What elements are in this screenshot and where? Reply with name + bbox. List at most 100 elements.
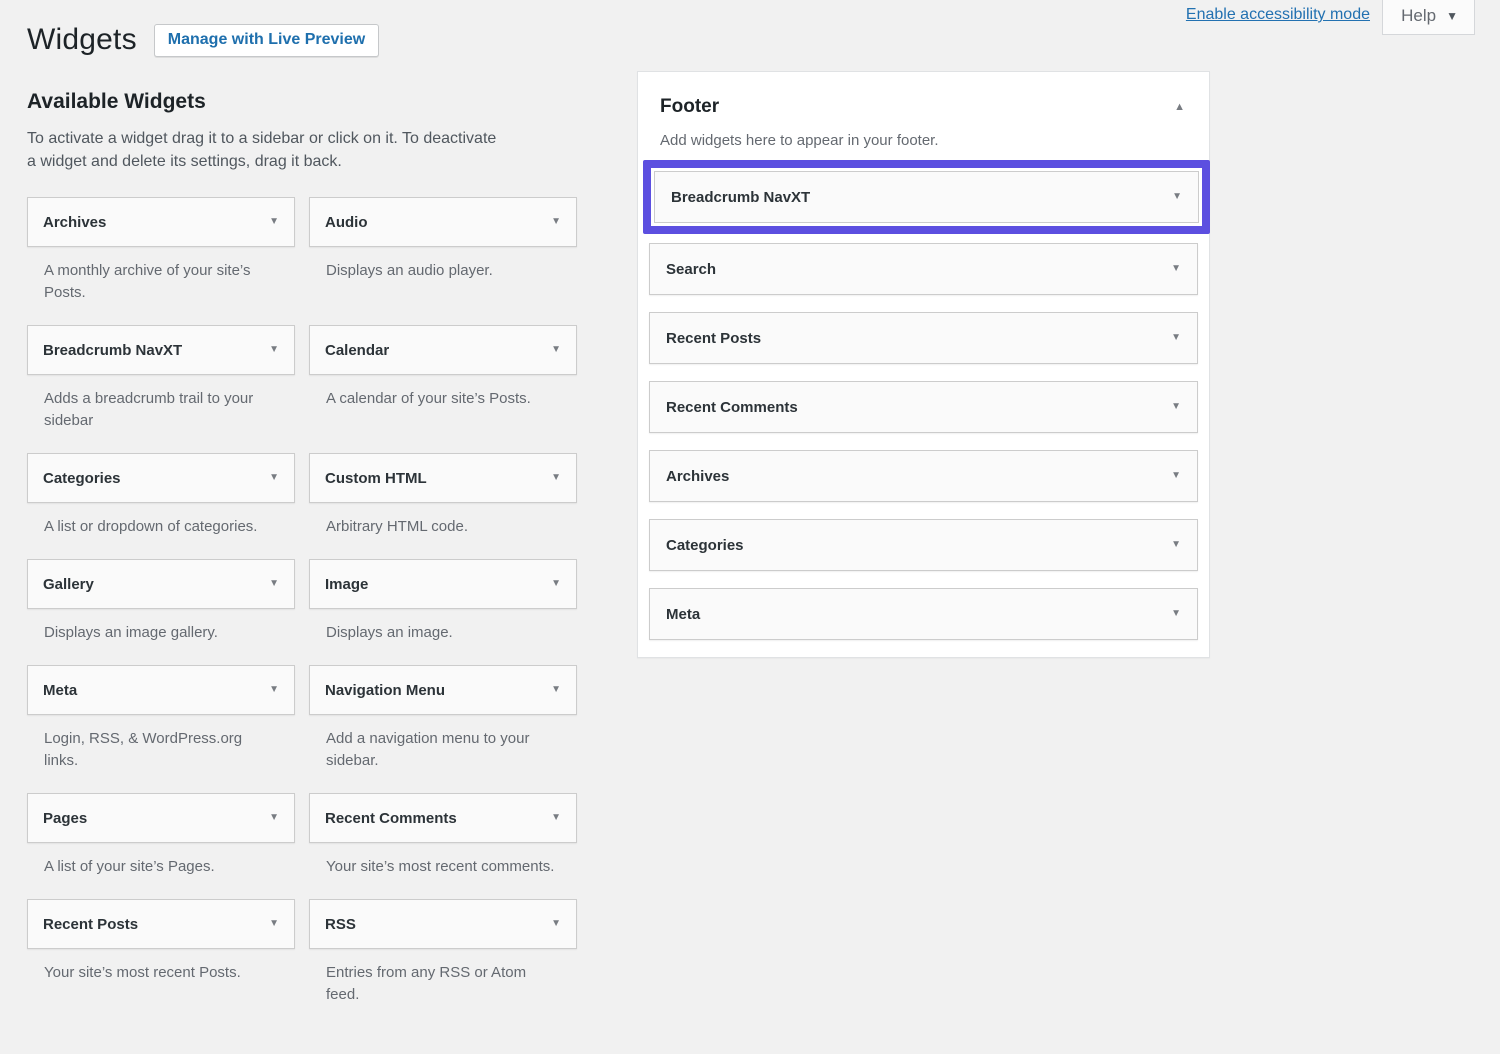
available-widget-calendar[interactable]: Calendar ▼ xyxy=(309,325,577,375)
widget-title: Audio xyxy=(325,214,368,231)
available-widgets-section: Available Widgets To activate a widget d… xyxy=(27,57,577,1027)
chevron-down-icon[interactable]: ▼ xyxy=(269,217,279,227)
available-widget-pages[interactable]: Pages ▼ xyxy=(27,793,295,843)
widget-description: Displays an image gallery. xyxy=(27,622,295,644)
available-widget-categories[interactable]: Categories ▼ xyxy=(27,453,295,503)
footer-widget-categories[interactable]: Categories ▼ xyxy=(649,519,1198,571)
highlight-box: Breadcrumb NavXT ▼ xyxy=(643,160,1210,234)
widget-title: Meta xyxy=(43,682,77,699)
widget-cell: Audio ▼ Displays an audio player. xyxy=(309,197,577,325)
widget-cell: Calendar ▼ A calendar of your site’s Pos… xyxy=(309,325,577,453)
widget-title: RSS xyxy=(325,916,356,933)
chevron-down-icon[interactable]: ▼ xyxy=(1171,540,1181,550)
widget-title: Pages xyxy=(43,810,87,827)
chevron-down-icon[interactable]: ▼ xyxy=(269,919,279,929)
chevron-down-icon: ▼ xyxy=(1446,10,1458,22)
chevron-down-icon[interactable]: ▼ xyxy=(1171,264,1181,274)
available-widgets-heading: Available Widgets xyxy=(27,90,577,114)
widget-title: Gallery xyxy=(43,576,94,593)
chevron-down-icon[interactable]: ▼ xyxy=(1172,192,1182,202)
widget-cell: Gallery ▼ Displays an image gallery. xyxy=(27,559,295,665)
page-title: Widgets xyxy=(27,23,137,57)
widget-description: Arbitrary HTML code. xyxy=(309,516,577,538)
widget-title: Archives xyxy=(43,214,106,231)
available-widget-rss[interactable]: RSS ▼ xyxy=(309,899,577,949)
widget-cell: Custom HTML ▼ Arbitrary HTML code. xyxy=(309,453,577,559)
footer-widget-recent-posts[interactable]: Recent Posts ▼ xyxy=(649,312,1198,364)
chevron-up-icon[interactable]: ▲ xyxy=(1174,102,1185,113)
manage-with-live-preview-button[interactable]: Manage with Live Preview xyxy=(154,24,379,57)
help-button[interactable]: Help ▼ xyxy=(1382,0,1475,35)
chevron-down-icon[interactable]: ▼ xyxy=(551,919,561,929)
chevron-down-icon[interactable]: ▼ xyxy=(551,685,561,695)
widget-title: Categories xyxy=(43,470,121,487)
widget-title: Search xyxy=(666,261,716,278)
chevron-down-icon[interactable]: ▼ xyxy=(1171,333,1181,343)
chevron-down-icon[interactable]: ▼ xyxy=(269,345,279,355)
footer-widget-breadcrumb-navxt[interactable]: Breadcrumb NavXT ▼ xyxy=(654,171,1199,223)
chevron-down-icon[interactable]: ▼ xyxy=(551,813,561,823)
available-widgets-grid: Archives ▼ A monthly archive of your sit… xyxy=(27,197,577,1027)
available-widget-meta[interactable]: Meta ▼ xyxy=(27,665,295,715)
chevron-down-icon[interactable]: ▼ xyxy=(269,579,279,589)
widget-description: Adds a breadcrumb trail to your sidebar xyxy=(27,388,295,432)
widget-title: Recent Comments xyxy=(325,810,457,827)
footer-widget-meta[interactable]: Meta ▼ xyxy=(649,588,1198,640)
widget-description: A list of your site’s Pages. xyxy=(27,856,295,878)
chevron-down-icon[interactable]: ▼ xyxy=(551,345,561,355)
sidebar-column: Footer ▲ Add widgets here to appear in y… xyxy=(637,71,1210,658)
widget-cell: Navigation Menu ▼ Add a navigation menu … xyxy=(309,665,577,793)
widget-description: A list or dropdown of categories. xyxy=(27,516,295,538)
chevron-down-icon[interactable]: ▼ xyxy=(551,473,561,483)
widget-description: A calendar of your site’s Posts. xyxy=(309,388,577,410)
available-widget-archives[interactable]: Archives ▼ xyxy=(27,197,295,247)
footer-panel-title: Footer xyxy=(660,96,719,118)
chevron-down-icon[interactable]: ▼ xyxy=(551,579,561,589)
widget-title: Breadcrumb NavXT xyxy=(671,189,810,206)
chevron-down-icon[interactable]: ▼ xyxy=(1171,402,1181,412)
footer-panel-header[interactable]: Footer ▲ xyxy=(638,72,1209,118)
widget-title: Custom HTML xyxy=(325,470,427,487)
available-widget-navigation-menu[interactable]: Navigation Menu ▼ xyxy=(309,665,577,715)
available-widget-gallery[interactable]: Gallery ▼ xyxy=(27,559,295,609)
enable-accessibility-mode-link[interactable]: Enable accessibility mode xyxy=(1186,6,1370,24)
widget-title: Image xyxy=(325,576,368,593)
footer-widget-search[interactable]: Search ▼ xyxy=(649,243,1198,295)
widget-description: A monthly archive of your site’s Posts. xyxy=(27,260,295,304)
footer-sidebar-panel: Footer ▲ Add widgets here to appear in y… xyxy=(637,71,1210,658)
available-widget-custom-html[interactable]: Custom HTML ▼ xyxy=(309,453,577,503)
widget-cell: RSS ▼ Entries from any RSS or Atom feed. xyxy=(309,899,577,1027)
chevron-down-icon[interactable]: ▼ xyxy=(1171,471,1181,481)
widget-description: Displays an audio player. xyxy=(309,260,577,282)
footer-widget-list: Breadcrumb NavXT ▼ Search ▼ Recent Posts… xyxy=(638,160,1209,657)
chevron-down-icon[interactable]: ▼ xyxy=(1171,609,1181,619)
available-widget-audio[interactable]: Audio ▼ xyxy=(309,197,577,247)
widget-title: Categories xyxy=(666,537,744,554)
widget-cell: Archives ▼ A monthly archive of your sit… xyxy=(27,197,295,325)
widget-title: Navigation Menu xyxy=(325,682,445,699)
chevron-down-icon[interactable]: ▼ xyxy=(269,685,279,695)
chevron-down-icon[interactable]: ▼ xyxy=(551,217,561,227)
widget-cell: Categories ▼ A list or dropdown of categ… xyxy=(27,453,295,559)
widget-cell: Pages ▼ A list of your site’s Pages. xyxy=(27,793,295,899)
widget-title: Recent Posts xyxy=(666,330,761,347)
widget-title: Archives xyxy=(666,468,729,485)
footer-panel-description: Add widgets here to appear in your foote… xyxy=(638,132,1209,149)
available-widget-breadcrumb-navxt[interactable]: Breadcrumb NavXT ▼ xyxy=(27,325,295,375)
footer-widget-archives[interactable]: Archives ▼ xyxy=(649,450,1198,502)
widget-title: Recent Comments xyxy=(666,399,798,416)
chevron-down-icon[interactable]: ▼ xyxy=(269,473,279,483)
widget-title: Breadcrumb NavXT xyxy=(43,342,182,359)
available-widget-image[interactable]: Image ▼ xyxy=(309,559,577,609)
widget-cell: Recent Posts ▼ Your site’s most recent P… xyxy=(27,899,295,1027)
widget-cell: Image ▼ Displays an image. xyxy=(309,559,577,665)
widget-description: Entries from any RSS or Atom feed. xyxy=(309,962,577,1006)
available-widget-recent-comments[interactable]: Recent Comments ▼ xyxy=(309,793,577,843)
chevron-down-icon[interactable]: ▼ xyxy=(269,813,279,823)
available-widgets-description: To activate a widget drag it to a sideba… xyxy=(27,127,497,173)
widget-cell: Recent Comments ▼ Your site’s most recen… xyxy=(309,793,577,899)
available-widget-recent-posts[interactable]: Recent Posts ▼ xyxy=(27,899,295,949)
widget-cell: Breadcrumb NavXT ▼ Adds a breadcrumb tra… xyxy=(27,325,295,453)
footer-widget-recent-comments[interactable]: Recent Comments ▼ xyxy=(649,381,1198,433)
widget-description: Your site’s most recent Posts. xyxy=(27,962,295,984)
